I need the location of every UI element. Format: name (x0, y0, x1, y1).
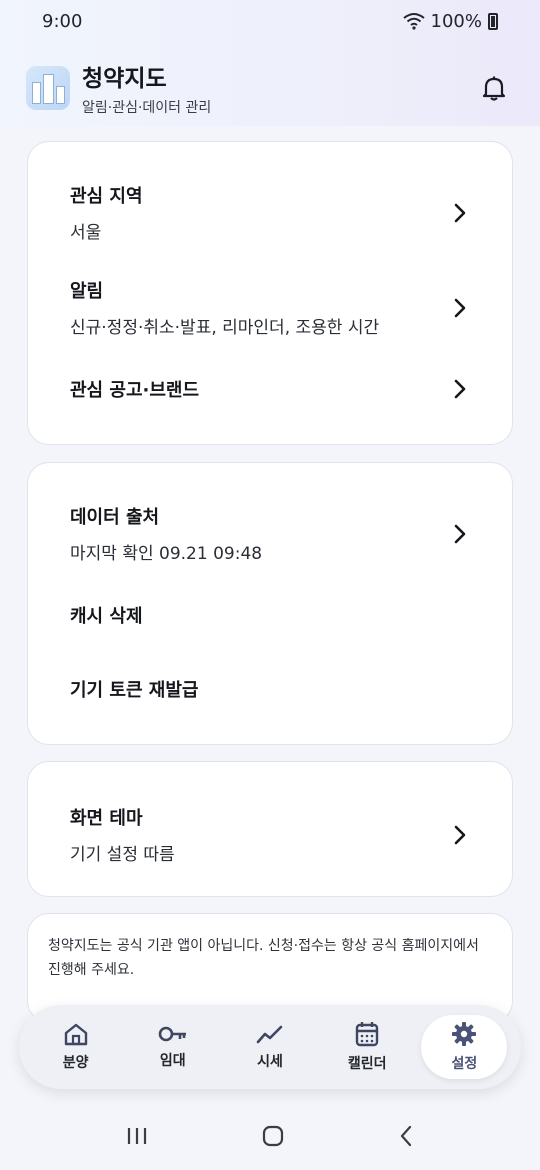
row-clear-cache[interactable]: 캐시 삭제 (70, 602, 470, 628)
nav-label: 캘린더 (347, 1056, 387, 1072)
chevron-right-icon (450, 524, 470, 544)
row-title: 화면 테마 (70, 808, 143, 829)
row-interest-notices-brands[interactable]: 관심 공고·브랜드 (70, 376, 470, 402)
nav-label: 시세 (257, 1054, 283, 1070)
row-title: 관심 지역 (70, 186, 143, 207)
nav-label: 분양 (62, 1055, 89, 1071)
nav-label: 설정 (451, 1056, 478, 1072)
status-bar: 9:00 100% (0, 0, 540, 42)
interest-settings-card: 관심 지역 서울 알림 신규·정정·취소·발표, 리마인더, 조용한 시간 관심… (27, 141, 513, 445)
status-time: 9:00 (42, 10, 83, 32)
gear-icon (452, 1022, 477, 1046)
nav-item-calendar[interactable]: 캘린더 (324, 1015, 410, 1079)
row-title: 관심 공고·브랜드 (70, 380, 200, 401)
row-notifications[interactable]: 알림 신규·정정·취소·발표, 리마인더, 조용한 시간 (70, 277, 470, 338)
nav-label: 임대 (159, 1053, 186, 1069)
battery-percent: 100% (430, 10, 482, 32)
recent-apps-button[interactable] (126, 1126, 148, 1150)
row-subtitle: 서울 (70, 223, 102, 243)
app-header: 청약지도 알림·관심·데이터 관리 (26, 58, 514, 118)
row-reissue-device-token[interactable]: 기기 토큰 재발급 (70, 676, 470, 702)
row-subtitle: 마지막 확인 09.21 09:48 (70, 544, 263, 564)
app-title: 청약지도 (82, 66, 167, 92)
data-settings-card: 데이터 출처 마지막 확인 09.21 09:48 캐시 삭제 기기 토큰 재발… (27, 462, 513, 745)
bell-icon (482, 76, 506, 101)
back-chevron-icon (400, 1125, 411, 1147)
row-title: 데이터 출처 (70, 507, 160, 528)
app-subtitle: 알림·관심·데이터 관리 (82, 100, 212, 116)
nav-item-settings[interactable]: 설정 (421, 1015, 508, 1079)
disclaimer-text: 청약지도는 공식 기관 앱이 아닙니다. 신청·접수는 항상 공식 홈페이지에서… (48, 938, 479, 978)
calendar-icon (355, 1022, 379, 1047)
row-data-source[interactable]: 데이터 출처 마지막 확인 09.21 09:48 (70, 503, 470, 564)
status-icons: 100% (402, 10, 498, 32)
chevron-right-icon (450, 379, 470, 399)
nav-item-market-price[interactable]: 시세 (227, 1015, 313, 1079)
row-title: 알림 (70, 281, 104, 302)
app-logo (26, 66, 70, 110)
bottom-navigation: 분양 임대 시세 캘린더 설정 (19, 1005, 521, 1089)
home-icon (64, 1023, 87, 1046)
nav-item-sale[interactable]: 분양 (33, 1015, 119, 1079)
row-title: 기기 토큰 재발급 (70, 680, 199, 701)
home-button[interactable] (261, 1124, 285, 1152)
chevron-right-icon (450, 298, 470, 318)
row-interest-region[interactable]: 관심 지역 서울 (70, 182, 470, 243)
wifi-icon (402, 13, 425, 30)
row-subtitle: 신규·정정·취소·발표, 리마인더, 조용한 시간 (70, 318, 380, 338)
notification-bell-button[interactable] (474, 68, 514, 108)
row-screen-theme[interactable]: 화면 테마 기기 설정 따름 (70, 804, 470, 865)
chevron-right-icon (450, 825, 470, 845)
trend-icon (256, 1025, 283, 1044)
theme-settings-card: 화면 테마 기기 설정 따름 (27, 761, 513, 897)
chevron-right-icon (450, 203, 470, 223)
nav-item-rental[interactable]: 임대 (130, 1015, 216, 1079)
battery-icon (488, 12, 498, 30)
home-circle-icon (262, 1125, 284, 1147)
system-navigation-bar (0, 1106, 540, 1170)
row-title: 캐시 삭제 (70, 606, 143, 627)
back-button[interactable] (398, 1125, 414, 1151)
row-subtitle: 기기 설정 따름 (70, 845, 175, 865)
recent-apps-icon (128, 1128, 147, 1144)
key-icon (158, 1026, 186, 1042)
